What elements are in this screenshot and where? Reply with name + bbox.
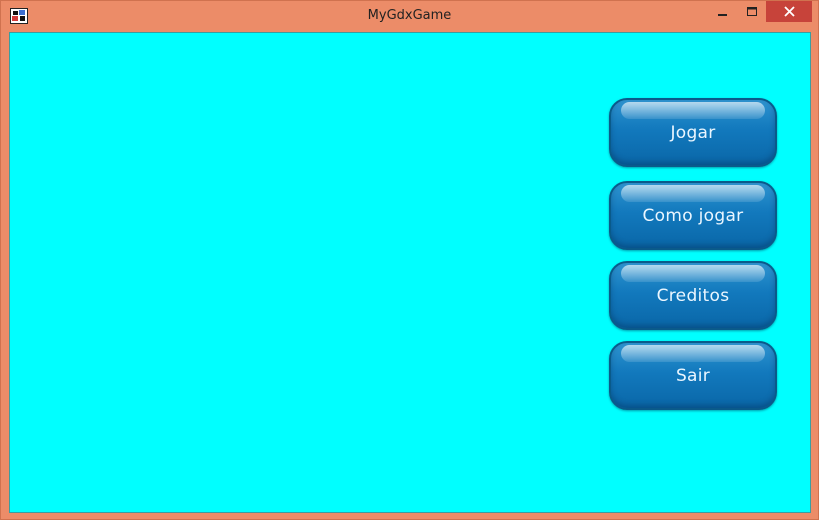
play-button-label: Jogar xyxy=(670,122,716,143)
credits-button[interactable]: Creditos xyxy=(609,261,777,330)
credits-button-label: Creditos xyxy=(656,285,730,306)
how-to-play-button-label: Como jogar xyxy=(642,205,744,226)
close-button[interactable] xyxy=(766,1,812,22)
title-bar[interactable]: MyGdxGame xyxy=(1,1,818,32)
maximize-button[interactable] xyxy=(738,1,765,22)
close-icon xyxy=(783,2,795,21)
window-title: MyGdxGame xyxy=(367,8,452,23)
game-canvas[interactable]: Jogar Como jogar Creditos Sair xyxy=(9,32,811,513)
maximize-icon xyxy=(746,2,757,21)
play-button[interactable]: Jogar xyxy=(609,98,777,167)
minimize-icon xyxy=(718,2,728,21)
app-window: MyGdxGame Jogar Como jogar Creditos Sair xyxy=(0,0,819,520)
exit-button-label: Sair xyxy=(675,365,711,386)
exit-button[interactable]: Sair xyxy=(609,341,777,410)
minimize-button[interactable] xyxy=(708,1,738,22)
how-to-play-button[interactable]: Como jogar xyxy=(609,181,777,250)
